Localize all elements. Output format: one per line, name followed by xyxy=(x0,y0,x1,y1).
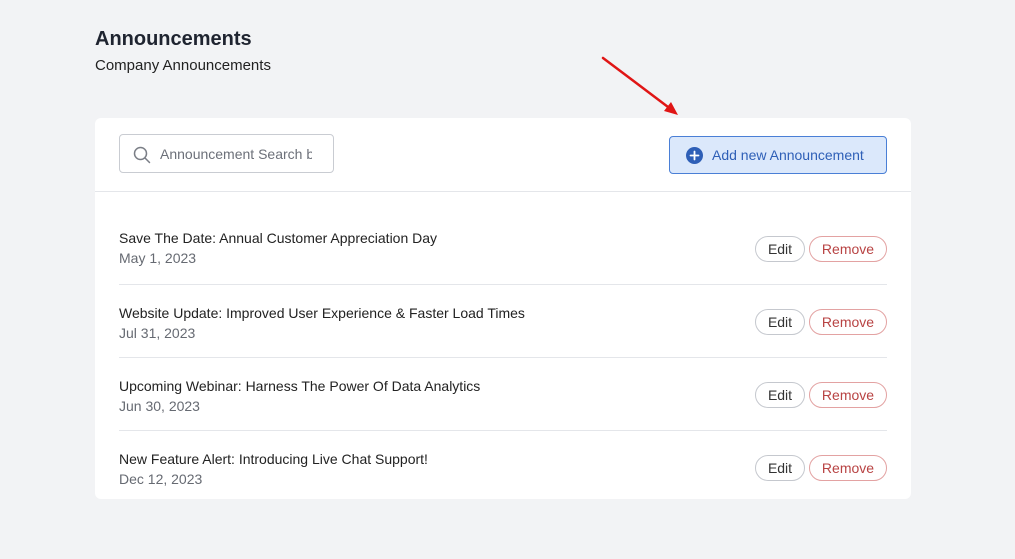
announcement-title: Upcoming Webinar: Harness The Power Of D… xyxy=(119,378,481,394)
remove-button[interactable]: Remove xyxy=(809,382,887,408)
announcement-title: Website Update: Improved User Experience… xyxy=(119,305,525,321)
edit-button[interactable]: Edit xyxy=(755,382,805,408)
search-icon xyxy=(133,146,151,164)
announcement-row: Save The Date: Annual Customer Appreciat… xyxy=(119,192,887,285)
remove-button[interactable]: Remove xyxy=(809,455,887,481)
row-actions: Edit Remove xyxy=(755,382,887,408)
search-input[interactable] xyxy=(160,143,312,165)
page-subtitle: Company Announcements xyxy=(95,57,271,74)
edit-button[interactable]: Edit xyxy=(755,455,805,481)
announcement-row: Upcoming Webinar: Harness The Power Of D… xyxy=(119,358,887,431)
row-actions: Edit Remove xyxy=(755,309,887,335)
announcement-row: New Feature Alert: Introducing Live Chat… xyxy=(119,431,887,503)
announcement-date: Jun 30, 2023 xyxy=(119,398,200,414)
add-announcement-button[interactable]: Add new Announcement xyxy=(669,136,887,174)
announcement-date: Jul 31, 2023 xyxy=(119,325,196,341)
announcement-title: Save The Date: Annual Customer Appreciat… xyxy=(119,230,438,246)
search-box[interactable] xyxy=(119,134,334,173)
announcement-list: Save The Date: Annual Customer Appreciat… xyxy=(95,192,911,503)
announcements-card: Add new Announcement Save The Date: Annu… xyxy=(95,118,911,499)
add-announcement-label: Add new Announcement xyxy=(712,147,864,163)
row-actions: Edit Remove xyxy=(755,236,887,262)
page-title: Announcements xyxy=(95,28,252,50)
remove-button[interactable]: Remove xyxy=(809,236,887,262)
annotation-arrow-icon xyxy=(601,56,678,115)
announcement-date: May 1, 2023 xyxy=(119,250,197,266)
announcement-row: Website Update: Improved User Experience… xyxy=(119,285,887,358)
edit-button[interactable]: Edit xyxy=(755,309,805,335)
announcement-title: New Feature Alert: Introducing Live Chat… xyxy=(119,451,428,467)
announcement-date: Dec 12, 2023 xyxy=(119,471,203,487)
edit-button[interactable]: Edit xyxy=(755,236,805,262)
row-actions: Edit Remove xyxy=(755,455,887,481)
toolbar: Add new Announcement xyxy=(95,118,911,192)
plus-circle-icon xyxy=(686,146,703,164)
remove-button[interactable]: Remove xyxy=(809,309,887,335)
